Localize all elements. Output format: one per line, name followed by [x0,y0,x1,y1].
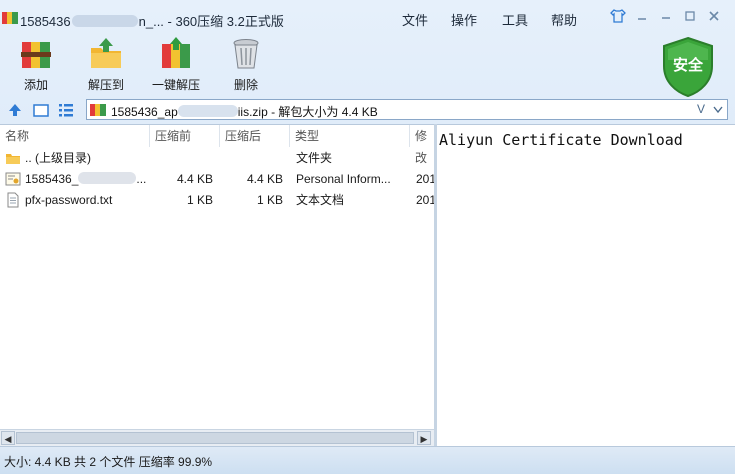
archive-path-field[interactable]: 1585436_ap iis.zip - 解包大小为 4.4 KB V [86,99,728,120]
column-header-name[interactable]: 名称 [0,125,150,147]
scroll-thumb[interactable] [16,432,414,444]
preview-pane: Aliyun Certificate Download [437,124,735,447]
delete-label: 删除 [233,78,258,92]
title-bar: 1585436 n_... - 360压缩 3.2正式版 文件 操作 工具 帮助 [0,0,735,34]
address-bar: 1585436_ap iis.zip - 解包大小为 4.4 KB V [0,98,735,122]
minimize-icon[interactable] [655,6,677,26]
dropdown-v-label: V [697,102,706,116]
restore-small-icon[interactable] [631,6,653,26]
security-badge-label: 安全 [672,57,703,74]
window-title: 1585436 n_... - 360压缩 3.2正式版 [20,11,284,30]
redacted-blur [177,105,238,117]
menu-file[interactable]: 文件 [402,10,428,29]
skin-shirt-icon[interactable] [607,6,629,26]
archive-window: 1585436 n_... - 360压缩 3.2正式版 文件 操作 工具 帮助 [0,0,735,474]
path-prefix: 1585436_ap [111,105,178,119]
preview-text: Aliyun Certificate Download [439,131,683,149]
horizontal-scrollbar[interactable]: ◀ ▶ [0,429,434,447]
file-list: 名称 压缩前 压缩后 类型 修改 .. (上级目录) 文件夹 1585436_.… [0,124,434,447]
title-archive-name-start: 1585436 [20,14,71,29]
file-size-before: 1 KB [186,193,213,207]
file-row-password[interactable]: pfx-password.txt 1 KB 1 KB 文本文档 201 [0,190,434,210]
file-row-parent[interactable]: .. (上级目录) 文件夹 [0,148,434,168]
up-arrow-icon[interactable] [6,101,24,119]
trash-icon [233,39,259,69]
file-size-after: 4.4 KB [246,172,283,186]
redacted-blur [78,172,137,184]
file-name: 1585436_ [25,172,79,186]
title-app-name: - 360压缩 3.2正式版 [163,14,284,29]
path-dropdown[interactable]: V [695,101,725,118]
maximize-icon[interactable] [679,6,701,26]
status-text: 大小: 4.4 KB 共 2 个文件 压缩率 99.9% [4,455,213,469]
security-shield[interactable]: 安全 [660,36,716,98]
file-modified: 201 [416,172,434,186]
file-type: 文本文档 [296,193,345,207]
zip-archive-icon [90,104,106,116]
file-modified: 201 [416,193,434,207]
certificate-icon [5,172,21,186]
file-name: pfx-password.txt [25,193,113,207]
view-thumbnail-icon[interactable] [32,101,50,119]
file-type: 文件夹 [296,151,333,165]
status-bar: 大小: 4.4 KB 共 2 个文件 压缩率 99.9% [0,446,735,474]
extract-folder-icon [91,38,121,68]
file-row-certificate[interactable]: 1585436_... 4.4 KB 4.4 KB Personal Infor… [0,169,434,189]
add-archive-icon [21,42,51,68]
path-suffix: iis.zip - 解包大小为 4.4 KB [237,105,378,119]
archive-path-text: 1585436_ap iis.zip - 解包大小为 4.4 KB [111,103,378,120]
one-click-extract-icon [162,37,190,68]
file-name-cell: 1585436_... [25,169,147,189]
column-header-compressed-size[interactable]: 压缩后 [220,125,290,147]
app-archive-icon [2,12,18,24]
close-icon[interactable] [703,6,725,26]
scroll-right-icon[interactable]: ▶ [417,431,431,445]
add-label: 添加 [23,78,48,92]
title-archive-name-end: n_... [138,14,164,29]
text-file-icon [7,192,19,208]
file-name: .. (上级目录) [25,151,91,165]
scroll-left-icon[interactable]: ◀ [1,431,15,445]
file-size-before: 4.4 KB [176,172,213,186]
redacted-blur [71,15,138,27]
folder-up-icon [6,154,20,164]
menu-help[interactable]: 帮助 [551,10,577,29]
column-header-original-size[interactable]: 压缩前 [150,125,220,147]
menu-operation[interactable]: 操作 [451,10,477,29]
chevron-down-icon [713,106,723,114]
file-size-after: 1 KB [256,193,283,207]
column-header-type[interactable]: 类型 [290,125,410,147]
extract-to-label: 解压到 [87,78,124,92]
file-type: Personal Inform... [296,172,391,186]
file-name-tail: ... [136,172,147,186]
one-click-extract-label: 一键解压 [151,78,200,92]
view-list-icon[interactable] [57,101,75,119]
column-header-modified[interactable]: 修改 [410,125,434,165]
menu-tools[interactable]: 工具 [502,10,528,29]
